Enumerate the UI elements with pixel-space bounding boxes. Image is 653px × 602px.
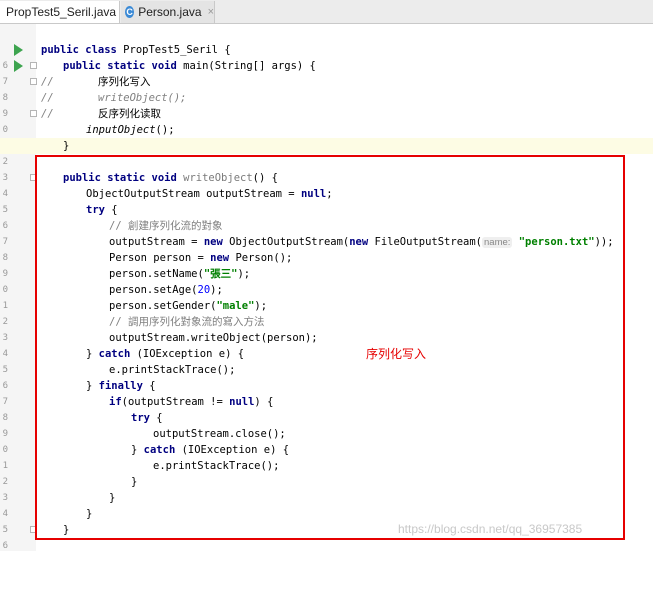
code-line-current: 2 } xyxy=(0,138,653,167)
tab-proptest5-seril[interactable]: PropTest5_Seril.java × xyxy=(0,1,129,23)
highlight-box xyxy=(35,155,625,540)
code-text: PropTest5_Seril { xyxy=(116,44,231,56)
keyword: public class xyxy=(41,44,117,56)
watermark: https://blog.csdn.net/qq_36957385 xyxy=(398,522,583,536)
code-line: 8 // 序列化写入 xyxy=(0,74,653,103)
code-text: inputObject xyxy=(86,124,156,136)
code-text: 序列化写入 xyxy=(98,76,151,88)
code-text: main(String[] args) { xyxy=(176,60,316,72)
keyword: public static void xyxy=(63,60,177,72)
editor-tab-bar: PropTest5_Seril.java × C Person.java × xyxy=(0,0,653,24)
tab-person[interactable]: C Person.java × xyxy=(121,1,215,23)
fold-icon[interactable] xyxy=(30,78,37,85)
code-line: 9 // writeObject(); xyxy=(0,90,653,119)
comment: // xyxy=(41,76,54,88)
comment: writeObject(); xyxy=(98,92,187,104)
code-line: 0 // 反序列化读取 xyxy=(0,106,653,135)
fold-icon[interactable] xyxy=(30,110,37,117)
comment: // xyxy=(41,108,54,120)
class-file-icon: C xyxy=(125,6,135,18)
comment: // xyxy=(41,92,54,104)
tab-label: PropTest5_Seril.java xyxy=(6,5,117,19)
code-text: (); xyxy=(155,124,175,136)
code-line: 7 public static void main(String[] args)… xyxy=(0,58,653,87)
code-line: 1 inputObject(); xyxy=(0,122,653,151)
fold-icon[interactable] xyxy=(30,62,37,69)
annotation-label: 序列化写入 xyxy=(366,347,427,361)
tab-label: Person.java xyxy=(138,5,202,19)
run-icon[interactable] xyxy=(14,44,23,56)
code-text: 反序列化读取 xyxy=(98,108,161,120)
close-icon[interactable]: × xyxy=(208,6,214,18)
code-text: } xyxy=(63,140,70,152)
line-number: 6 xyxy=(2,541,8,551)
run-icon[interactable] xyxy=(14,60,23,72)
code-line: 6 public class PropTest5_Seril { xyxy=(0,42,653,71)
